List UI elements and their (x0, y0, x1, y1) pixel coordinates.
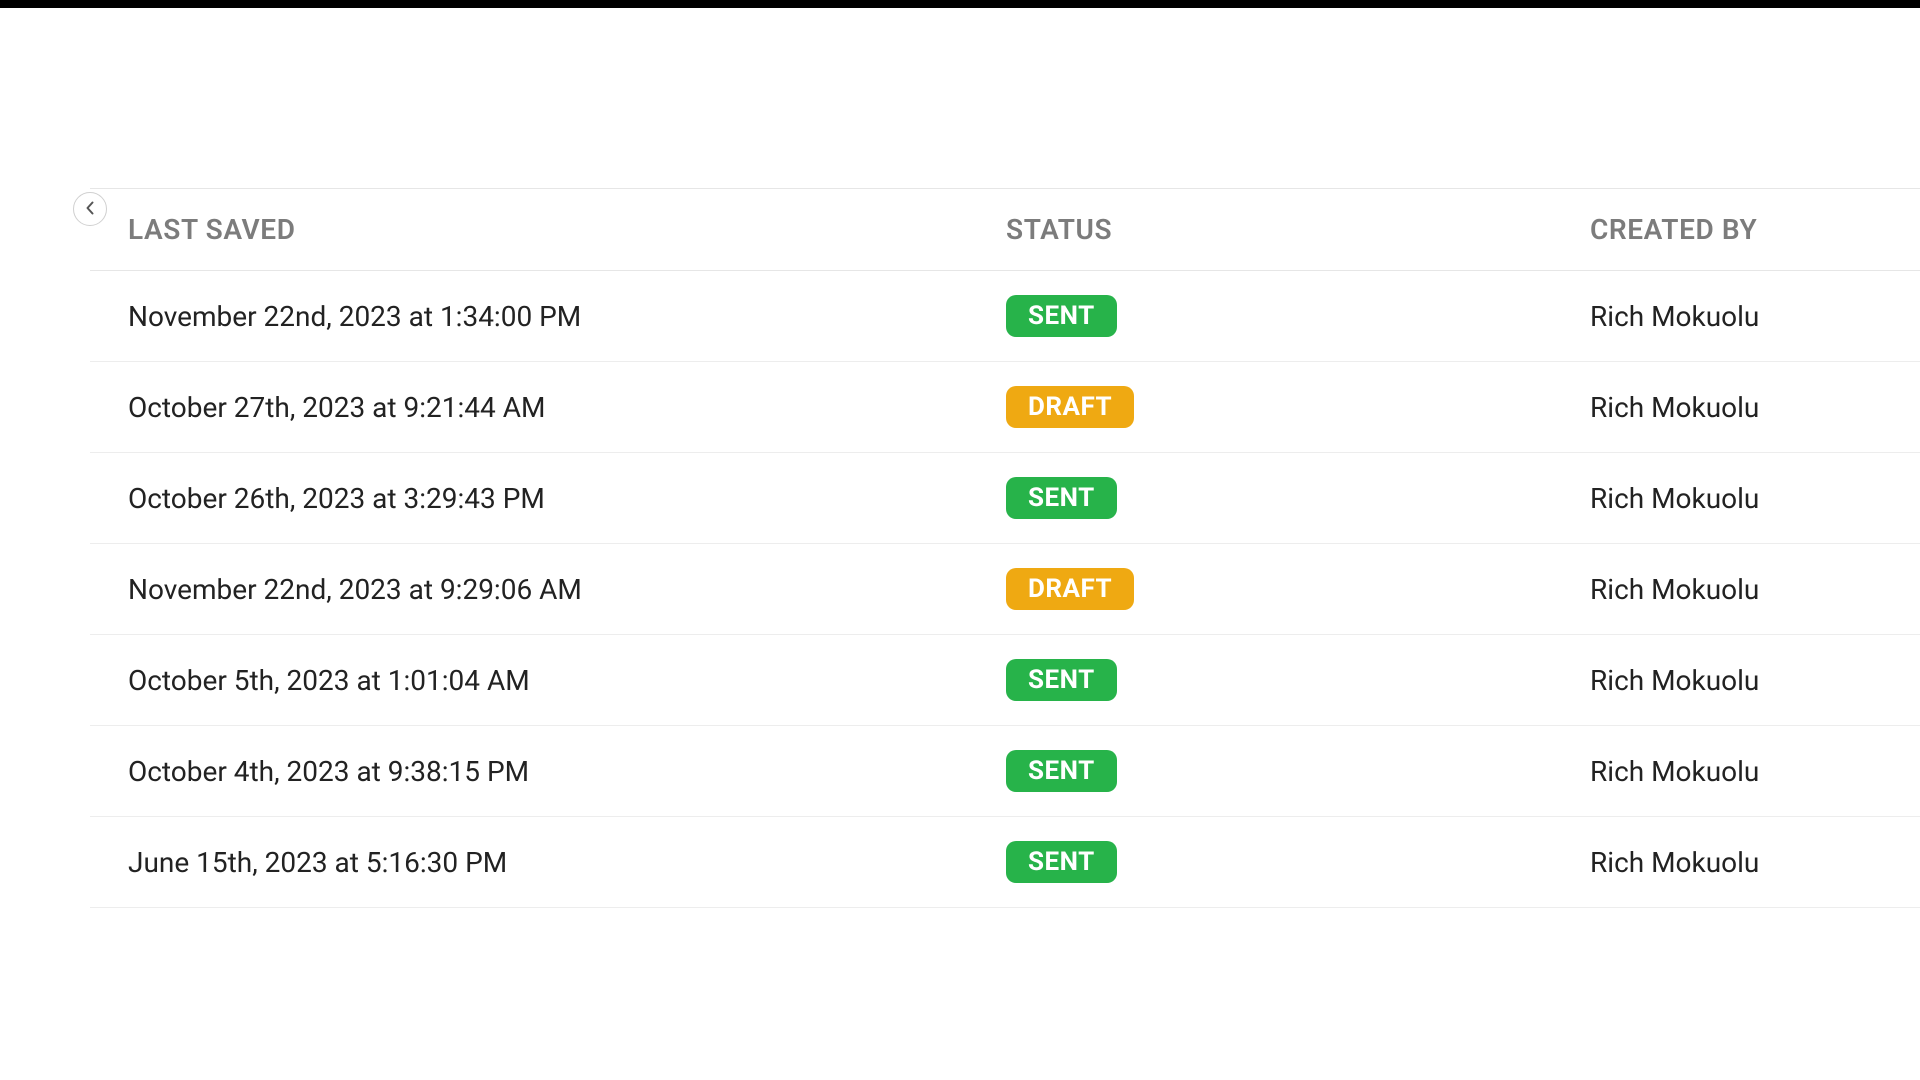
cell-created-by: Rich Mokuolu (1590, 391, 1759, 424)
cell-created-by: Rich Mokuolu (1590, 755, 1759, 788)
table-row[interactable]: November 22nd, 2023 at 9:29:06 AM DRAFT Ri… (90, 544, 1920, 635)
records-table: LAST SAVED STATUS CREATED BY November 22… (90, 188, 1920, 908)
cell-last-saved: October 4th, 2023 at 9:38:15 PM (128, 755, 529, 788)
column-header-last-saved[interactable]: LAST SAVED (128, 213, 296, 246)
content-area: LAST SAVED STATUS CREATED BY November 22… (0, 8, 1920, 908)
top-bar (0, 0, 1920, 8)
status-badge: DRAFT (1006, 568, 1134, 610)
cell-created-by: Rich Mokuolu (1590, 664, 1759, 697)
cell-created-by: Rich Mokuolu (1590, 846, 1759, 879)
cell-created-by: Rich Mokuolu (1590, 573, 1759, 606)
status-badge: SENT (1006, 295, 1117, 337)
status-badge: SENT (1006, 841, 1117, 883)
table-row[interactable]: October 5th, 2023 at 1:01:04 AM SENT Rich … (90, 635, 1920, 726)
table-header-row: LAST SAVED STATUS CREATED BY (90, 189, 1920, 271)
table-row[interactable]: October 26th, 2023 at 3:29:43 PM SENT Rich… (90, 453, 1920, 544)
cell-last-saved: October 5th, 2023 at 1:01:04 AM (128, 664, 530, 697)
table-row[interactable]: October 4th, 2023 at 9:38:15 PM SENT Rich … (90, 726, 1920, 817)
cell-last-saved: October 27th, 2023 at 9:21:44 AM (128, 391, 545, 424)
status-badge: SENT (1006, 659, 1117, 701)
table-row[interactable]: June 15th, 2023 at 5:16:30 PM SENT Rich Mo… (90, 817, 1920, 908)
column-header-status[interactable]: STATUS (1006, 213, 1112, 246)
cell-last-saved: November 22nd, 2023 at 9:29:06 AM (128, 573, 582, 606)
status-badge: SENT (1006, 750, 1117, 792)
column-header-created-by[interactable]: CREATED BY (1590, 213, 1757, 246)
status-badge: DRAFT (1006, 386, 1134, 428)
status-badge: SENT (1006, 477, 1117, 519)
cell-created-by: Rich Mokuolu (1590, 482, 1759, 515)
cell-last-saved: June 15th, 2023 at 5:16:30 PM (128, 846, 507, 879)
cell-last-saved: October 26th, 2023 at 3:29:43 PM (128, 482, 545, 515)
chevron-left-icon (84, 201, 96, 218)
table-row[interactable]: November 22nd, 2023 at 1:34:00 PM SENT Ric… (90, 271, 1920, 362)
cell-last-saved: November 22nd, 2023 at 1:34:00 PM (128, 300, 581, 333)
back-button[interactable] (73, 192, 107, 226)
cell-created-by: Rich Mokuolu (1590, 300, 1759, 333)
table-row[interactable]: October 27th, 2023 at 9:21:44 AM DRAFT Ric… (90, 362, 1920, 453)
